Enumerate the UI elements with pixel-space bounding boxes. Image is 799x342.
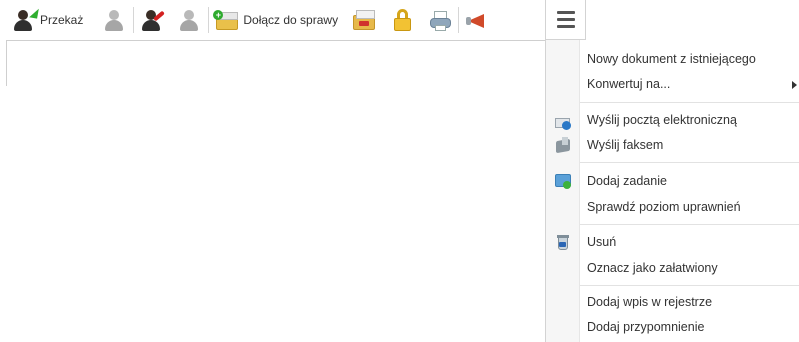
remove-from-case-button[interactable] <box>352 4 376 36</box>
toolbar-separator <box>208 7 210 33</box>
delete-icon <box>554 233 572 251</box>
menu-item-check-permissions[interactable]: Sprawdź poziom uprawnień <box>580 195 799 219</box>
toolbar: Przekaż + Dołącz do sprawy <box>0 0 545 40</box>
menu-separator <box>580 162 799 163</box>
actions-menu: Nowy dokument z istniejącego Konwertuj n… <box>545 0 799 342</box>
menu-item-label: Wyślij pocztą elektroniczną <box>587 113 737 127</box>
return-disabled-button[interactable] <box>178 4 202 36</box>
print-icon <box>428 8 452 32</box>
announce-button[interactable] <box>465 4 489 36</box>
lock-button[interactable] <box>390 4 414 36</box>
join-case-button[interactable]: + Dołącz do sprawy <box>213 4 344 36</box>
menu-item-add-register-entry[interactable]: Dodaj wpis w rejestrze <box>580 290 799 314</box>
menu-separator <box>580 102 799 103</box>
return-disabled-icon <box>178 8 202 32</box>
menu-item-label: Nowy dokument z istniejącego <box>587 52 756 66</box>
menu-item-delete[interactable]: Usuń <box>580 230 799 254</box>
join-case-label: Dołącz do sprawy <box>243 13 339 27</box>
forward-disabled-button[interactable] <box>103 4 127 36</box>
menu-separator <box>580 224 799 225</box>
forward-icon <box>12 7 39 32</box>
menu-item-new-from-existing[interactable]: Nowy dokument z istniejącego <box>580 47 799 71</box>
menu-item-label: Dodaj wpis w rejestrze <box>587 295 713 309</box>
menu-separator <box>580 285 799 286</box>
menu-item-send-email[interactable]: Wyślij pocztą elektroniczną <box>580 108 799 132</box>
fax-icon <box>554 136 572 154</box>
menu-item-label: Wyślij faksem <box>587 138 664 152</box>
menu-item-label: Konwertuj na... <box>587 77 671 91</box>
forward-label: Przekaż <box>40 13 84 27</box>
menu-item-send-fax[interactable]: Wyślij faksem <box>580 133 799 157</box>
join-case-icon: + <box>213 8 239 32</box>
lock-icon <box>390 8 414 32</box>
folder-remove-icon <box>352 8 376 32</box>
submenu-arrow-icon <box>792 81 797 89</box>
menu-item-mark-done[interactable]: Oznacz jako załatwiony <box>580 256 799 280</box>
menu-item-add-task[interactable]: Dodaj zadanie <box>580 169 799 193</box>
menu-item-label: Usuń <box>587 235 617 249</box>
toolbar-separator <box>458 7 460 33</box>
menu-icon-strip <box>546 0 580 342</box>
menu-item-add-reminder[interactable]: Dodaj przypomnienie <box>580 315 799 339</box>
forward-disabled-icon <box>103 8 127 32</box>
return-icon <box>140 8 166 32</box>
menu-item-label: Dodaj przypomnienie <box>587 320 705 334</box>
announce-icon <box>465 8 489 32</box>
menu-item-label: Oznacz jako załatwiony <box>587 261 718 275</box>
menu-item-label: Dodaj zadanie <box>587 174 667 188</box>
return-button[interactable] <box>140 4 166 36</box>
menu-item-convert-to[interactable]: Konwertuj na... <box>580 72 799 96</box>
document-content-area <box>6 40 546 86</box>
print-button[interactable] <box>428 4 452 36</box>
forward-button[interactable]: Przekaż <box>12 4 89 36</box>
menu-item-label: Sprawdź poziom uprawnień <box>587 200 741 214</box>
email-icon <box>554 112 572 130</box>
toolbar-separator <box>133 7 135 33</box>
add-task-icon <box>554 172 572 190</box>
menu-icon <box>551 5 581 35</box>
menu-toggle-button[interactable] <box>546 0 586 40</box>
